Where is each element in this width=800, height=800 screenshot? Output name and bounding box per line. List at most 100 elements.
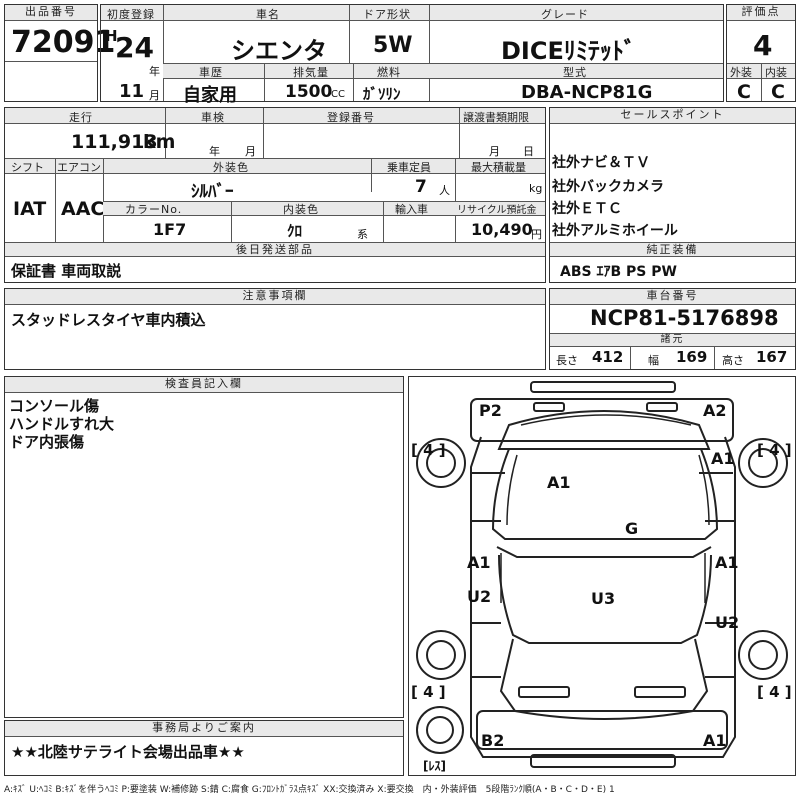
door-label: ドア形状: [363, 8, 411, 21]
inspector-note: ドア内張傷: [9, 433, 85, 451]
office-box: 事務局よりご案内 ★★北陸サテライト会場出品車★★: [4, 720, 404, 776]
inspection-month-unit: 月: [245, 145, 256, 158]
tire-tread-rr: [ 4 ]: [757, 683, 792, 701]
recycle-fee: 10,490: [471, 220, 533, 239]
mileage-label: 走行: [69, 111, 93, 124]
car-info-box: 初度登録 車名 ドア形状 グレード H 24 年 11 月 シエンタ 5W DI…: [100, 4, 724, 106]
inspector-label: 検査員記入欄: [5, 377, 403, 393]
equipment-label: 純正装備: [550, 242, 795, 257]
inspector-box: 検査員記入欄 コンソール傷 ハンドルすれ大 ドア内張傷: [4, 376, 404, 718]
transfer-day-unit: 日: [523, 145, 534, 158]
score: 4: [753, 29, 773, 62]
import-label: 輸入車: [395, 203, 428, 216]
int-color: ｸﾛ: [287, 222, 303, 240]
int-color-unit: 系: [357, 228, 368, 241]
sales-point-label: セールスポイント: [550, 108, 795, 124]
notes-text: スタッドレスタイヤ車内積込: [11, 311, 206, 329]
office-label: 事務局よりご案内: [5, 721, 403, 737]
damage-code-a1-right: A1: [715, 553, 739, 572]
seats-unit: 人: [439, 184, 450, 197]
tire-tread-rl: [ 4 ]: [411, 683, 446, 701]
mileage-unit: km: [143, 131, 176, 153]
model-code: DBA-NCP81G: [521, 82, 653, 103]
car-name: シエンタ: [231, 37, 327, 65]
ext-color-label: 外装色: [213, 161, 249, 174]
notes-label: 注意事項欄: [5, 289, 545, 305]
length-label: 長さ: [556, 354, 578, 367]
shift: IAT: [13, 198, 47, 220]
int-label: 内装: [765, 66, 787, 79]
tire-tread-fl: [ 4 ]: [411, 441, 446, 459]
damage-code-g: G: [625, 519, 639, 538]
equipment: ABS ｴｱB PS PW: [560, 264, 677, 280]
int-color-label: 内装色: [283, 203, 319, 216]
seats-label: 乗車定員: [387, 161, 431, 174]
damage-diagram: P2 A2 A1 A1 G A1 A1 U2 U3 U2 B2 A1 [ 4 ]…: [408, 376, 796, 776]
damage-code-u2-left: U2: [467, 587, 492, 606]
transfer-label: 譲渡書類期限: [463, 111, 529, 124]
sales-item: 社外アルミホイール: [552, 223, 678, 239]
load-label: 最大積載量: [471, 161, 526, 174]
chassis-box: 車台番号 NCP81-5176898 諸元 長さ 412 幅 169 高さ 16…: [549, 288, 796, 370]
width: 169: [676, 348, 708, 366]
transfer-month-unit: 月: [489, 145, 500, 158]
cc-unit: CC: [331, 89, 345, 100]
displacement: 1500: [285, 82, 333, 102]
sales-item: 社外ＥＴＣ: [552, 201, 622, 217]
damage-code-p2: P2: [479, 401, 502, 420]
color-no: 1F7: [153, 220, 187, 239]
history-label: 車歴: [199, 66, 223, 79]
ext-color: ｼﾙﾊﾞｰ: [191, 182, 234, 202]
damage-code-a1-roof: A1: [547, 473, 571, 492]
score-label: 評価点: [727, 5, 795, 21]
color-no-label: カラーNo.: [125, 203, 183, 216]
air-conditioner: AAC: [61, 198, 105, 220]
parts-label: 後日発送部品: [5, 242, 545, 257]
month-unit: 月: [149, 89, 160, 102]
regno-label: 登録番号: [327, 111, 375, 124]
damage-code-a1-left: A1: [467, 553, 491, 572]
lot-label: 出品番号: [5, 5, 97, 21]
car-name-label: 車名: [256, 8, 280, 21]
history: 自家用: [183, 85, 237, 106]
sales-item: 社外ナビ＆ＴＶ: [552, 155, 650, 171]
chassis-label: 車台番号: [550, 289, 795, 305]
load-unit: kg: [529, 182, 543, 195]
door-type: 5W: [373, 33, 413, 58]
reg-year: 24: [115, 31, 154, 64]
car-outline: [416, 381, 788, 768]
auction-sheet: 出品番号 72091 初度登録 車名 ドア形状 グレード H 24 年 11 月…: [0, 0, 800, 800]
damage-code-u2-right: U2: [715, 613, 740, 632]
later-parts: 保証書 車両取説: [11, 262, 122, 280]
fuel: ｶﾞｿﾘﾝ: [363, 85, 401, 103]
spare-tire: [ﾚｽ]: [423, 759, 446, 773]
lot-box: 出品番号 72091: [4, 4, 115, 102]
shift-label: シフト: [11, 161, 44, 174]
width-label: 幅: [648, 354, 659, 367]
ext-label: 外装: [730, 66, 752, 79]
height: 167: [756, 348, 788, 366]
grade-label: グレード: [541, 8, 589, 21]
length: 412: [592, 348, 624, 366]
damage-code-a2: A2: [703, 401, 727, 420]
fuel-label: 燃料: [377, 66, 401, 79]
inspection-label: 車検: [201, 111, 225, 124]
year-unit: 年: [149, 65, 160, 78]
ac-label: エアコン: [57, 161, 101, 174]
score-box: 評価点 4 外装 内装 C C: [726, 4, 796, 103]
sales-item: 社外バックカメラ: [552, 179, 664, 195]
reg-label: 初度登録: [107, 8, 155, 21]
inspection-year-unit: 年: [209, 145, 220, 158]
legend: A:ｷｽﾞ U:ﾍｺﾐ B:ｷｽﾞを伴うﾍｺﾐ P:要塗装 W:補修跡 S:錆 …: [4, 785, 615, 795]
reg-month: 11: [119, 81, 145, 102]
model-label: 型式: [563, 66, 587, 79]
damage-code-b2: B2: [481, 731, 505, 750]
grade: DICEﾘﾐﾃｯﾄﾞ: [501, 37, 636, 65]
ext-grade: C: [737, 81, 751, 103]
damage-code-u3: U3: [591, 589, 616, 608]
damage-code-a1-rear: A1: [703, 731, 727, 750]
office-text: ★★北陸サテライト会場出品車★★: [11, 743, 245, 761]
notes-box: 注意事項欄 スタッドレスタイヤ車内積込: [4, 288, 546, 370]
cc-label: 排気量: [293, 66, 329, 79]
recycle-label: リサイクル預託金: [457, 205, 537, 216]
